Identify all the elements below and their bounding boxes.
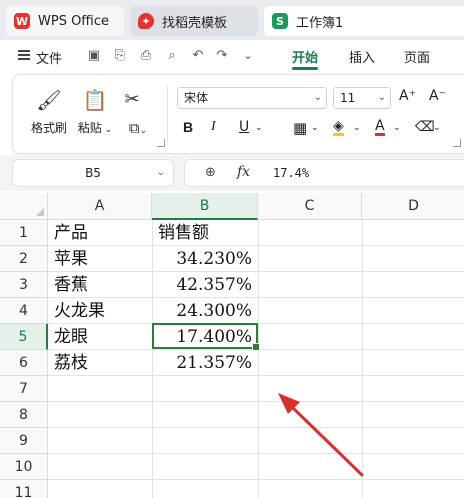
window-tab-bar: W WPS Office ✦ 找稻壳模板 S 工作簿1 xyxy=(0,0,464,40)
tab-page[interactable]: 页面 xyxy=(404,47,430,66)
menu-bar: 文件 ▣ ⎘ ⎙ ⌕ ↶ ↷ ⌄ 开始 插入 页面 xyxy=(0,40,464,72)
redo-icon[interactable]: ↷ xyxy=(214,48,230,64)
font-size-value: 11 xyxy=(340,91,356,105)
name-box-value: B5 xyxy=(85,166,101,180)
underline-button[interactable]: U xyxy=(239,119,249,135)
scissors-icon: ✂ xyxy=(124,89,140,110)
spreadsheet-grid[interactable]: A B C D 1 2 3 4 5 6 7 8 9 10 11 产品 销售额 苹… xyxy=(0,193,464,498)
eraser-icon[interactable]: ⌫ xyxy=(415,119,435,135)
copy-button[interactable]: ⧉⌄ xyxy=(121,119,155,143)
chevron-down-icon: ⌄ xyxy=(313,92,322,103)
print-preview-icon[interactable]: ⌕ xyxy=(164,48,180,64)
formula-value: 17.4% xyxy=(273,166,310,180)
font-size-select[interactable]: 11 ⌄ xyxy=(333,87,391,109)
format-painter-label: 格式刷 xyxy=(30,121,67,135)
print-icon[interactable]: ⎙ xyxy=(138,48,154,64)
chevron-down-icon[interactable]: ⌄ xyxy=(393,123,401,133)
font-name-value: 宋体 xyxy=(184,91,209,105)
paint-brush-icon: 🖌 xyxy=(36,88,62,112)
formula-input[interactable]: ⊕ fx 17.4% xyxy=(184,159,464,187)
tab-label: 工作簿1 xyxy=(296,15,344,31)
docer-logo-icon: ✦ xyxy=(138,13,154,29)
save-icon[interactable]: ▣ xyxy=(86,48,102,64)
name-box[interactable]: B5 ⌄ xyxy=(12,159,174,187)
tab-label: WPS Office xyxy=(38,13,110,29)
formula-bar: B5 ⌄ ⊕ fx 17.4% xyxy=(0,155,464,191)
tab-workbook[interactable]: S 工作簿1 xyxy=(264,6,464,36)
active-tab-indicator xyxy=(292,67,318,70)
font-group-expander-icon[interactable] xyxy=(453,139,461,147)
clipboard-group-expander-icon[interactable] xyxy=(157,139,165,147)
chevron-down-icon[interactable]: ⌄ xyxy=(255,123,263,133)
borders-icon[interactable]: ▦ xyxy=(293,119,307,137)
font-color-button[interactable]: A xyxy=(375,119,385,136)
fx-icon[interactable]: fx xyxy=(237,164,250,180)
paste-button[interactable]: 📋 粘贴 ⌄ xyxy=(75,87,115,136)
chevron-down-icon[interactable]: ⌄ xyxy=(240,48,256,64)
tab-home[interactable]: 开始 xyxy=(292,47,318,66)
paste-label: 粘贴 xyxy=(77,121,102,135)
tab-insert[interactable]: 插入 xyxy=(349,47,375,66)
chevron-down-icon[interactable]: ⌄ xyxy=(353,123,361,133)
annotation-arrow xyxy=(278,393,364,477)
zoom-search-icon[interactable]: ⊕ xyxy=(205,165,216,180)
tab-label: 找稻壳模板 xyxy=(162,15,228,31)
chevron-down-icon: ⌄ xyxy=(377,92,386,103)
chevron-down-icon[interactable]: ⌄ xyxy=(311,123,319,133)
ribbon-home: 🖌 格式刷 📋 粘贴 ⌄ ✂ ⧉⌄ 宋体 ⌄ 11 ⌄ A⁺ A⁻ B I U … xyxy=(12,74,464,154)
file-menu[interactable]: 文件 xyxy=(36,48,62,67)
cut-button[interactable]: ✂ xyxy=(119,87,143,119)
grow-font-button[interactable]: A⁺ xyxy=(399,88,416,104)
tab-docer-templates[interactable]: ✦ 找稻壳模板 xyxy=(130,6,258,36)
chevron-down-icon: ⌄ xyxy=(156,167,165,178)
hamburger-menu-icon[interactable] xyxy=(18,50,30,60)
divider xyxy=(167,85,168,145)
shrink-font-button[interactable]: A⁻ xyxy=(429,88,446,104)
clipboard-icon: 📋 xyxy=(82,88,108,112)
chevron-down-icon[interactable]: ⌄ xyxy=(433,123,441,133)
format-painter-button[interactable]: 🖌 格式刷 xyxy=(29,87,69,136)
italic-button[interactable]: I xyxy=(211,119,216,135)
fill-color-icon[interactable]: ◈ xyxy=(333,119,344,136)
font-name-select[interactable]: 宋体 ⌄ xyxy=(177,87,327,109)
tab-wps-office[interactable]: W WPS Office xyxy=(6,6,124,36)
bold-button[interactable]: B xyxy=(183,119,193,135)
wps-logo-icon: W xyxy=(14,13,30,29)
export-icon[interactable]: ⎘ xyxy=(112,48,128,64)
copy-icon: ⧉⌄ xyxy=(128,119,148,137)
sheet-s-icon: S xyxy=(272,13,288,29)
undo-icon[interactable]: ↶ xyxy=(190,48,206,64)
